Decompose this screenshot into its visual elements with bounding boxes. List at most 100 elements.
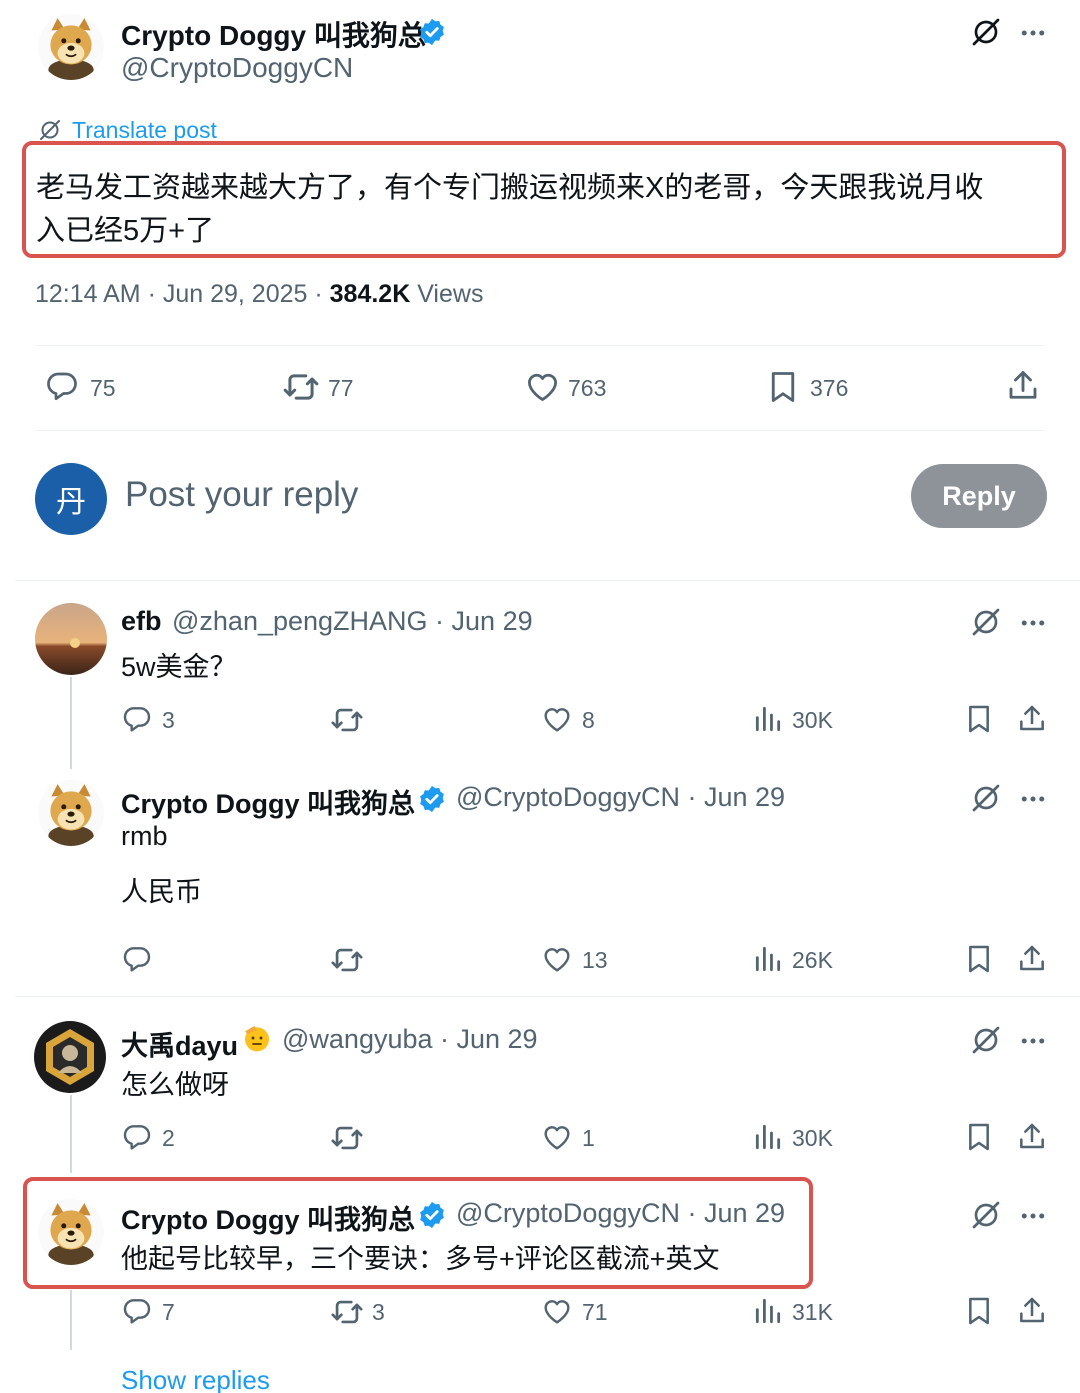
reply-4-meta[interactable]: @CryptoDoggyCN · Jun 29: [456, 1198, 785, 1229]
reply-2-text-line-1: rmb: [121, 821, 168, 851]
current-user-avatar[interactable]: 丹: [35, 463, 107, 535]
repost-icon[interactable]: [330, 943, 364, 977]
thread-line: [70, 677, 72, 769]
share-icon[interactable]: [1005, 368, 1041, 404]
reply-button[interactable]: Reply: [911, 464, 1047, 528]
reply-input[interactable]: Post your reply: [125, 475, 358, 515]
divider: [35, 345, 1045, 346]
share-icon[interactable]: [1016, 1121, 1048, 1153]
author-handle[interactable]: @CryptoDoggyCN: [121, 52, 353, 84]
doge-avatar-image: [38, 780, 104, 846]
share-icon[interactable]: [1016, 703, 1048, 735]
reply-2-meta[interactable]: @CryptoDoggyCN · Jun 29: [456, 782, 785, 813]
like-count: 13: [582, 947, 608, 973]
reply-1-meta[interactable]: @zhan_pengZHANG · Jun 29: [172, 606, 533, 637]
post-text-line-2: 入已经5万+了: [36, 215, 215, 247]
post-timestamp-row: 12:14 AM · Jun 29, 2025 · 384.2K Views: [35, 280, 483, 309]
grok-icon[interactable]: [970, 16, 1002, 48]
repost-icon[interactable]: [282, 368, 320, 406]
repost-icon[interactable]: [330, 1295, 364, 1329]
like-icon[interactable]: [541, 1295, 573, 1327]
bookmark-icon[interactable]: [963, 1295, 995, 1327]
views-icon[interactable]: [752, 1121, 784, 1153]
more-options-icon[interactable]: [1018, 784, 1048, 814]
like-icon[interactable]: [541, 1121, 573, 1153]
reply-3-text: 怎么做呀: [121, 1070, 229, 1100]
share-icon[interactable]: [1016, 943, 1048, 975]
bookmark-icon[interactable]: [963, 1121, 995, 1153]
repost-icon[interactable]: [330, 1121, 364, 1155]
share-icon[interactable]: [1016, 1295, 1048, 1327]
reply-count: 7: [162, 1299, 175, 1325]
reply-4-text: 他起号比较早，三个要诀：多号+评论区截流+英文: [121, 1244, 720, 1274]
views-count: 384.2K: [329, 280, 411, 308]
grok-icon[interactable]: [970, 782, 1002, 814]
author-display-name[interactable]: Crypto Doggy 叫我狗总: [121, 14, 426, 54]
repost-icon[interactable]: [330, 703, 364, 737]
post-text-line-1: 老马发工资越来越大方了，有个专门搬运视频来X的老哥，今天跟我说月收: [36, 172, 984, 204]
verified-badge-icon: [417, 784, 447, 814]
repost-count: 3: [372, 1299, 385, 1325]
views-count: 30K: [792, 1125, 833, 1151]
doge-avatar-image: [38, 1199, 104, 1265]
divider: [35, 430, 1045, 431]
views-count: 26K: [792, 947, 833, 973]
doge-avatar-image: [38, 14, 104, 80]
views-icon[interactable]: [752, 1295, 784, 1327]
views-count: 30K: [792, 707, 833, 733]
like-icon[interactable]: [541, 703, 573, 735]
bookmark-icon[interactable]: [765, 368, 801, 406]
reply-1-avatar[interactable]: [35, 603, 107, 675]
verified-badge-icon: [417, 1200, 447, 1230]
reply-1-display-name[interactable]: efb: [121, 606, 162, 637]
grok-icon[interactable]: [970, 606, 1002, 638]
reply-icon[interactable]: [121, 703, 153, 735]
reply-2-text-line-2: 人民币: [121, 877, 202, 907]
reply-count: 75: [90, 375, 116, 401]
reply-icon[interactable]: [121, 1295, 153, 1327]
reply-count: 3: [162, 707, 175, 733]
views-icon[interactable]: [752, 703, 784, 735]
grok-icon[interactable]: [970, 1199, 1002, 1231]
reply-2-avatar[interactable]: [38, 780, 104, 846]
reply-icon[interactable]: [121, 1121, 153, 1153]
reply-4-display-name[interactable]: Crypto Doggy 叫我狗总: [121, 1198, 415, 1237]
hexagon-avatar-image: [34, 1021, 106, 1093]
like-count: 8: [582, 707, 595, 733]
reply-icon[interactable]: [44, 368, 80, 404]
thread-line: [70, 1290, 72, 1350]
more-options-icon[interactable]: [1018, 1026, 1048, 1056]
divider: [15, 996, 1080, 997]
more-options-icon[interactable]: [1018, 18, 1048, 48]
like-count: 71: [582, 1299, 608, 1325]
reply-4-avatar[interactable]: [38, 1199, 104, 1265]
like-count: 763: [568, 375, 607, 401]
sunset-avatar-image: [35, 603, 107, 675]
reply-2-display-name[interactable]: Crypto Doggy 叫我狗总: [121, 782, 415, 821]
repost-count: 77: [328, 375, 354, 401]
reply-3-meta[interactable]: @wangyuba · Jun 29: [282, 1024, 538, 1055]
like-count: 1: [582, 1125, 595, 1151]
like-icon[interactable]: [524, 368, 561, 405]
more-options-icon[interactable]: [1018, 1201, 1048, 1231]
bookmark-icon[interactable]: [963, 703, 995, 735]
reply-icon[interactable]: [121, 943, 153, 975]
show-replies-link[interactable]: Show replies: [121, 1365, 270, 1393]
saluting-face-emoji-icon: [241, 1022, 273, 1054]
bookmark-icon[interactable]: [963, 943, 995, 975]
thread-line: [70, 1095, 72, 1173]
reply-3-avatar[interactable]: [34, 1021, 106, 1093]
author-avatar[interactable]: [38, 14, 104, 80]
translate-post-link[interactable]: Translate post: [72, 117, 217, 144]
reply-3-display-name[interactable]: 大禹dayu: [121, 1024, 238, 1063]
grok-icon[interactable]: [970, 1024, 1002, 1056]
bookmark-count: 376: [810, 375, 849, 401]
verified-badge-icon: [417, 17, 447, 47]
divider: [15, 580, 1080, 581]
like-icon[interactable]: [541, 943, 573, 975]
views-icon[interactable]: [752, 943, 784, 975]
reply-count: 2: [162, 1125, 175, 1151]
more-options-icon[interactable]: [1018, 608, 1048, 638]
post-timestamp[interactable]: 12:14 AM · Jun 29, 2025 ·: [35, 280, 330, 308]
translate-icon: [38, 118, 62, 142]
